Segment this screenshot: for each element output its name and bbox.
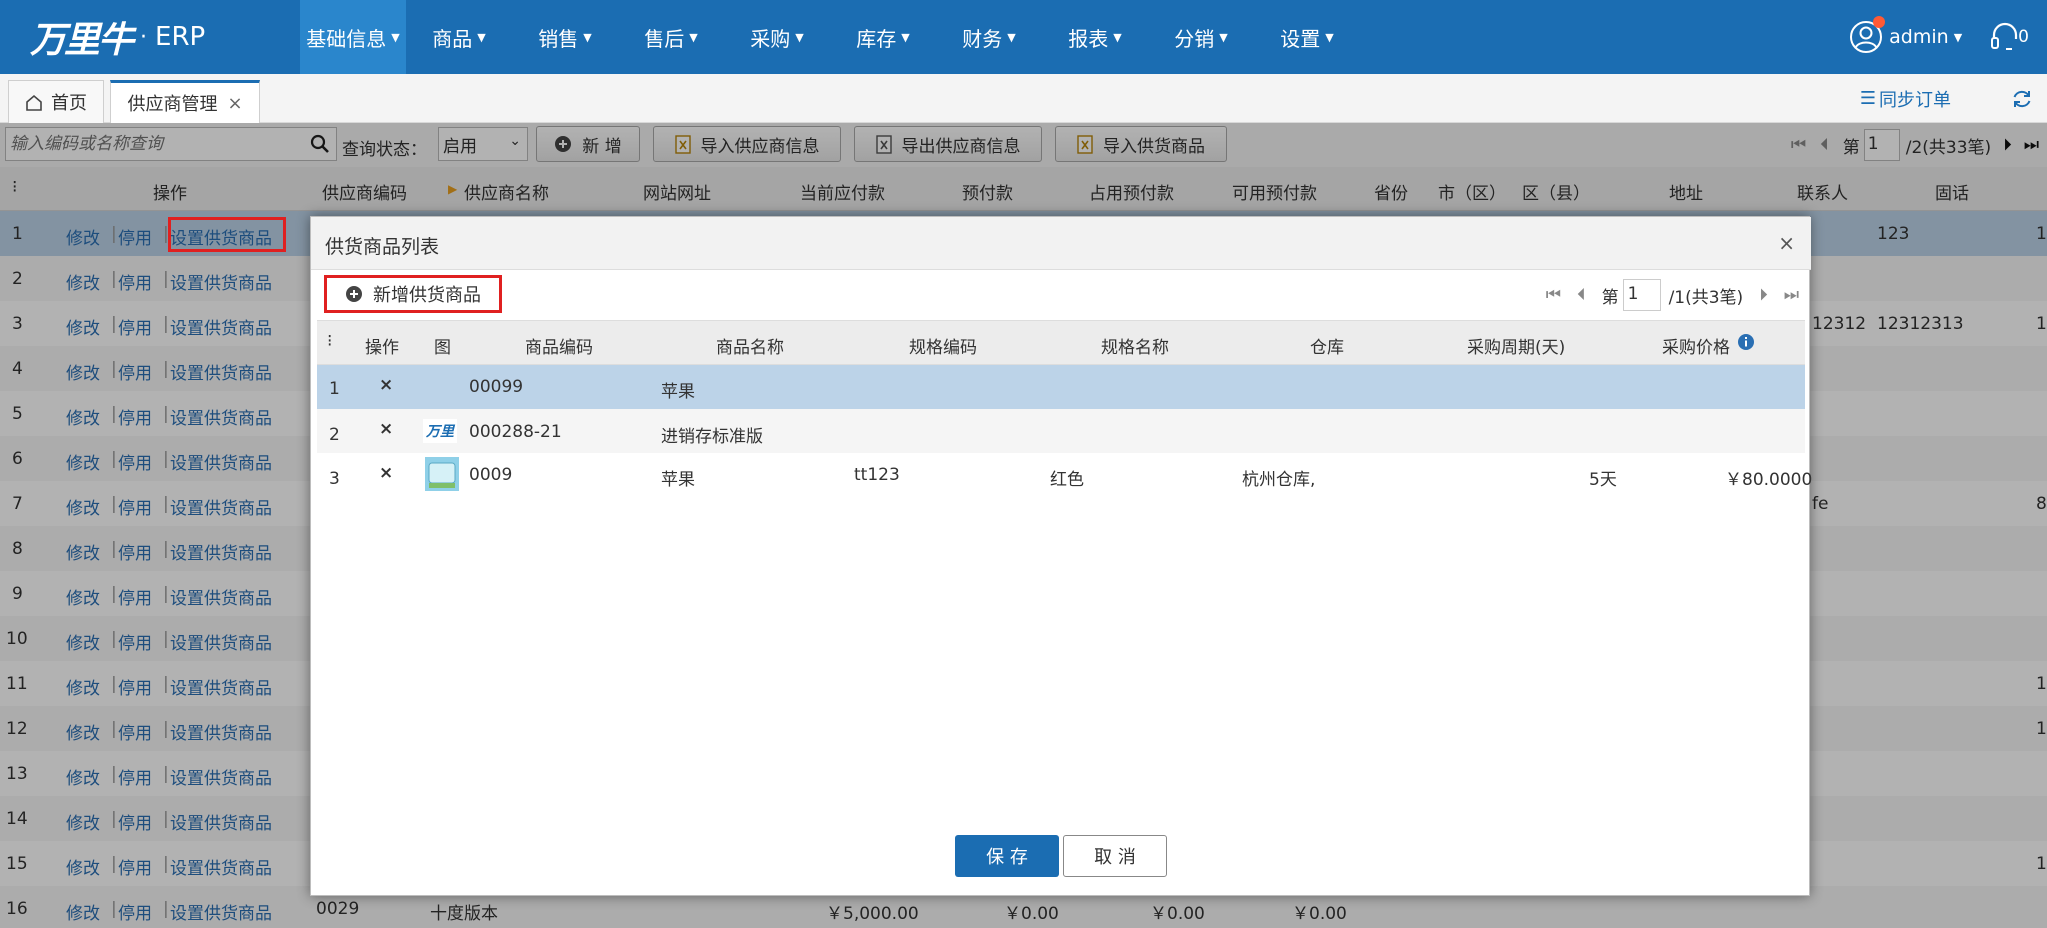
next-page-icon[interactable]: ⏵ <box>1759 285 1768 305</box>
menu-finance[interactable]: 财务 ▼ <box>936 0 1042 74</box>
column-menu-icon[interactable]: ⁝ <box>327 331 332 351</box>
user-menu[interactable]: admin ▼ <box>1849 16 1963 54</box>
list-icon: ☰ <box>1859 88 1876 109</box>
menu-basic-info[interactable]: 基础信息 ▼ <box>300 0 406 74</box>
sync-orders-button[interactable]: ☰ 同步订单 <box>1860 86 1951 112</box>
user-avatar-icon <box>1849 16 1886 54</box>
svg-text:万里: 万里 <box>425 424 456 440</box>
highlight-box <box>168 217 286 252</box>
save-button[interactable]: 保 存 <box>955 835 1059 877</box>
page-input[interactable]: 1 <box>1622 279 1661 311</box>
app-logo[interactable]: 万里牛 · ERP <box>0 0 300 74</box>
menu-sales[interactable]: 销售 ▼ <box>512 0 618 74</box>
menu-distribution[interactable]: 分销 ▼ <box>1148 0 1254 74</box>
chevron-down-icon: ▼ <box>689 30 698 44</box>
product-name: ERP <box>155 22 206 52</box>
close-tab-icon[interactable]: × <box>227 93 242 114</box>
headset-icon[interactable]: 0 <box>1990 21 2029 53</box>
headset-badge: 0 <box>2018 27 2029 47</box>
plus-circle-icon <box>345 285 363 303</box>
table-row[interactable]: 1 × 00099 苹果 <box>317 365 1805 409</box>
chevron-down-icon: ▼ <box>1219 30 1228 44</box>
refresh-icon[interactable] <box>2011 88 2033 110</box>
menu-reports[interactable]: 报表 ▼ <box>1042 0 1148 74</box>
home-icon <box>25 94 43 111</box>
dialog-grid-header: ⁝ 操作 图 商品编码 商品名称 规格编码 规格名称 仓库 采购周期(天) 采购… <box>317 320 1805 365</box>
menu-goods[interactable]: 商品 ▼ <box>406 0 512 74</box>
product-thumbnail[interactable] <box>425 457 459 491</box>
chevron-down-icon: ▼ <box>477 30 486 44</box>
info-icon[interactable] <box>1737 333 1755 351</box>
delete-icon[interactable]: × <box>379 419 393 439</box>
menu-inventory[interactable]: 库存 ▼ <box>830 0 936 74</box>
table-row[interactable]: 2 × 万里 000288-21 进销存标准版 <box>317 409 1805 453</box>
main-menu: 基础信息 ▼ 商品 ▼ 销售 ▼ 售后 ▼ 采购 ▼ 库存 ▼ 财务 ▼ 报表 ▼ 分销 ▼ 设置… <box>300 0 1360 74</box>
delete-icon[interactable]: × <box>379 375 393 395</box>
chevron-down-icon: ▼ <box>583 30 592 44</box>
tab-home[interactable]: 首页 <box>8 80 104 123</box>
page-tabs: 首页 供应商管理 × <box>0 74 2047 123</box>
notification-dot <box>1873 16 1886 28</box>
supply-goods-dialog: 供货商品列表 × 新增供货商品 ⏮ ⏴ 第 1 /1(共3笔) ⏵ ⏭ ⁝ 操作… <box>310 216 1812 896</box>
cancel-button[interactable]: 取 消 <box>1063 835 1167 877</box>
top-navbar: 万里牛 · ERP 基础信息 ▼ 商品 ▼ 销售 ▼ 售后 ▼ 采购 ▼ 库存 ▼ 财务 ▼ … <box>0 0 2047 74</box>
dialog-title: 供货商品列表 <box>325 236 440 258</box>
chevron-down-icon: ▼ <box>1007 30 1016 44</box>
close-icon[interactable]: × <box>1778 231 1795 255</box>
last-page-icon[interactable]: ⏭ <box>1784 285 1799 305</box>
menu-after-sales[interactable]: 售后 ▼ <box>618 0 724 74</box>
first-page-icon[interactable]: ⏮ <box>1546 285 1561 305</box>
chevron-down-icon: ▼ <box>901 30 910 44</box>
tab-supplier-management[interactable]: 供应商管理 × <box>110 80 260 123</box>
table-row[interactable]: 3 × 0009 苹果 tt123 红色 杭州仓库, 5天 ￥80.0000 <box>317 453 1812 497</box>
chevron-down-icon: ▼ <box>1113 30 1122 44</box>
dialog-header: 供货商品列表 × <box>311 217 1811 270</box>
chevron-down-icon: ▼ <box>1325 30 1334 44</box>
menu-purchase[interactable]: 采购 ▼ <box>724 0 830 74</box>
product-thumbnail[interactable]: 万里 <box>423 419 457 443</box>
delete-icon[interactable]: × <box>379 463 393 483</box>
chevron-down-icon: ▼ <box>1953 30 1963 44</box>
dialog-pager: ⏮ ⏴ 第 1 /1(共3笔) ⏵ ⏭ <box>1546 277 1809 313</box>
username: admin <box>1889 26 1949 48</box>
menu-settings[interactable]: 设置 ▼ <box>1254 0 1360 74</box>
chevron-down-icon: ▼ <box>795 30 804 44</box>
prev-page-icon[interactable]: ⏴ <box>1577 285 1586 305</box>
brand-logo: 万里牛 <box>30 19 134 61</box>
chevron-down-icon: ▼ <box>391 30 400 44</box>
add-supply-goods-button[interactable]: 新增供货商品 <box>324 275 502 313</box>
